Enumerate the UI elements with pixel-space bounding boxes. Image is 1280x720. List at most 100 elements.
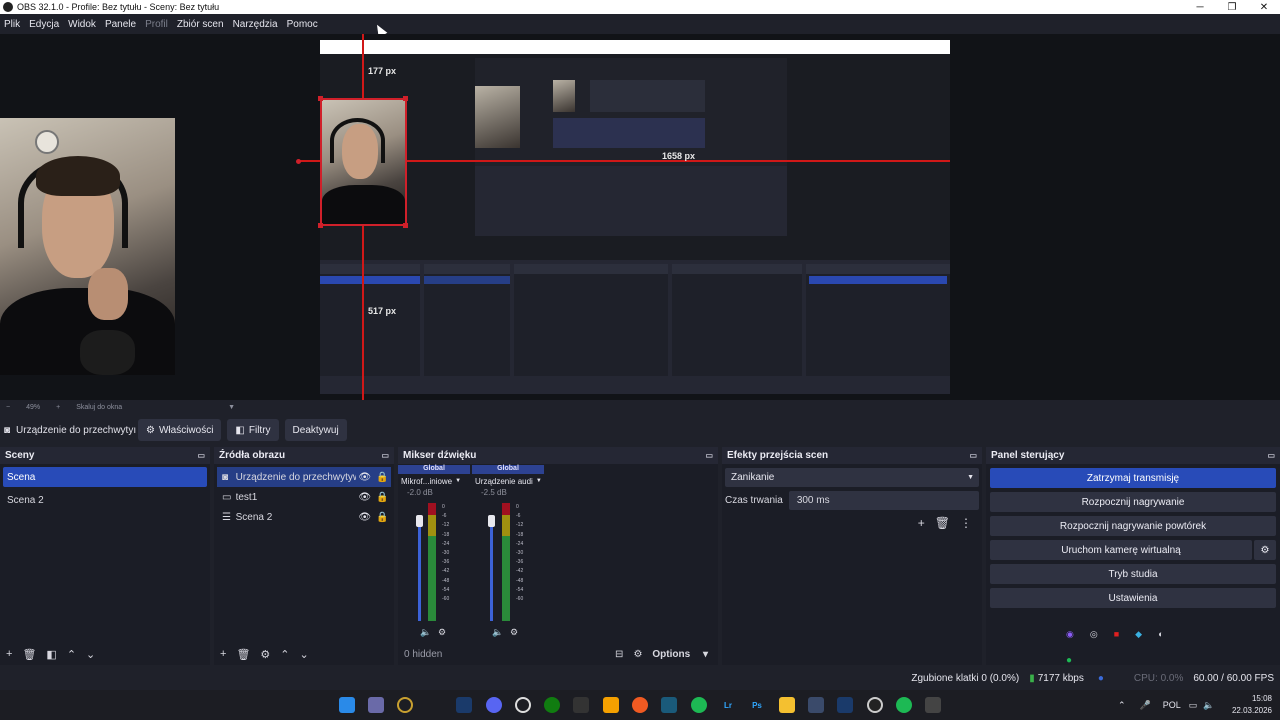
obs-icon[interactable] — [867, 697, 883, 713]
undock-icon[interactable]: ▭ — [381, 451, 389, 460]
resize-handle-left[interactable] — [296, 159, 301, 164]
scene-item[interactable]: Scena 2 — [3, 490, 207, 510]
add-scene-icon[interactable]: + — [6, 648, 12, 660]
network-icon[interactable]: ▭ — [1189, 700, 1198, 711]
add-transition-icon[interactable]: + — [918, 516, 925, 530]
chevron-down-icon[interactable]: ▼ — [455, 478, 461, 484]
origin-icon[interactable] — [632, 697, 648, 713]
channel-name[interactable]: Urządzenie audi ▼ — [472, 474, 544, 488]
menu-docks[interactable]: Panele — [105, 19, 136, 30]
taskbar-app-icon[interactable] — [397, 697, 413, 713]
plugin-icon-white[interactable]: ◐ — [1158, 629, 1163, 640]
zoom-mode-select[interactable]: Skaluj do okna — [76, 404, 122, 411]
transition-select[interactable]: Zanikanie ▼ — [725, 468, 979, 487]
minimize-button[interactable]: ─ — [1184, 2, 1216, 13]
volume-fader-track[interactable] — [490, 515, 493, 621]
lightroom-icon[interactable]: Lr — [720, 697, 736, 713]
mixer-options-button[interactable]: Options ▾ — [652, 649, 708, 660]
remove-scene-icon[interactable]: 🗑 — [22, 648, 36, 661]
menu-view[interactable]: Widok — [68, 19, 96, 30]
zoom-mode-caret-icon[interactable]: ▼ — [228, 404, 235, 411]
file-explorer-icon[interactable] — [779, 697, 795, 713]
deactivate-button[interactable]: Deaktywuj — [284, 419, 347, 441]
settings-button[interactable]: Ustawienia — [990, 588, 1276, 608]
preview-area[interactable]: 177 px 1658 px 517 px — [0, 34, 1280, 400]
rockstar-icon[interactable] — [603, 697, 619, 713]
move-up-icon[interactable]: ⌃ — [280, 648, 289, 661]
taskbar-app-icon[interactable] — [925, 697, 941, 713]
steam-icon[interactable] — [837, 697, 853, 713]
plugin-icon-blue[interactable]: ◆ — [1135, 629, 1142, 640]
scene-item[interactable]: Scena — [3, 467, 207, 487]
duration-field[interactable]: 300 ms — [788, 491, 979, 510]
language-indicator[interactable]: POL — [1163, 700, 1181, 710]
plugin-icon-red[interactable]: ■ — [1114, 629, 1119, 640]
scene-filters-icon[interactable]: ◧ — [46, 648, 56, 661]
discord-icon[interactable] — [486, 697, 502, 713]
plugin-icon-purple[interactable]: ◉ — [1066, 629, 1074, 640]
taskbar-clock[interactable]: 15:08 22.03.2026 — [1232, 693, 1272, 717]
move-up-icon[interactable]: ⌃ — [67, 648, 76, 661]
move-down-icon[interactable]: ⌄ — [300, 648, 309, 661]
mixer-layout-icon[interactable]: ⊟ — [615, 649, 623, 660]
lock-icon[interactable]: 🔒 — [374, 512, 391, 523]
properties-button[interactable]: ⚙ Właściwości — [138, 419, 222, 441]
source-item[interactable]: ▭ test1 👁 🔒 — [217, 487, 391, 507]
spotify-icon[interactable] — [691, 697, 707, 713]
visibility-eye-icon[interactable]: 👁 — [356, 512, 373, 523]
taskbar-app-icon[interactable] — [368, 697, 384, 713]
filters-button[interactable]: ◧ Filtry — [227, 419, 279, 441]
microphone-tray-icon[interactable]: 🎤 — [1140, 700, 1151, 711]
mixer-settings-icon[interactable]: ⚙ — [633, 649, 642, 660]
visibility-eye-icon[interactable]: 👁 — [356, 472, 373, 483]
resize-handle-top-right[interactable] — [403, 96, 408, 101]
undock-icon[interactable]: ▭ — [705, 451, 713, 460]
menu-profile[interactable]: Profil — [145, 19, 168, 30]
visibility-eye-icon[interactable]: 👁 — [356, 492, 373, 503]
remove-source-icon[interactable]: 🗑 — [236, 648, 250, 661]
menu-file[interactable]: Plik — [4, 19, 20, 30]
menu-tools[interactable]: Narzędzia — [233, 19, 278, 30]
volume-fader-knob[interactable] — [416, 515, 423, 527]
zoom-in-button[interactable]: + — [56, 404, 60, 411]
taskbar-app-icon[interactable] — [515, 697, 531, 713]
volume-fader-track[interactable] — [418, 515, 421, 621]
plugin-icon-obs[interactable]: ◎ — [1090, 629, 1098, 640]
stop-streaming-button[interactable]: Zatrzymaj transmisję — [990, 468, 1276, 488]
taskbar-app-icon[interactable] — [661, 697, 677, 713]
more-options-icon[interactable]: ⋮ — [960, 516, 972, 530]
epic-games-icon[interactable] — [573, 697, 589, 713]
steam-icon[interactable] — [456, 697, 472, 713]
tray-chevron-up-icon[interactable]: ⌃ — [1118, 700, 1126, 711]
windows-start-icon[interactable] — [339, 697, 355, 713]
close-button[interactable]: ✕ — [1248, 2, 1280, 13]
source-properties-gear-icon[interactable]: ⚙ — [260, 648, 270, 661]
source-item[interactable]: ☰ Scena 2 👁 🔒 — [217, 507, 391, 527]
audio-settings-icon[interactable]: ⚙ — [438, 627, 446, 638]
mute-speaker-icon[interactable]: 🔈 — [492, 627, 503, 638]
audio-settings-icon[interactable]: ⚙ — [510, 627, 518, 638]
photoshop-icon[interactable]: Ps — [749, 697, 765, 713]
add-source-icon[interactable]: + — [220, 648, 226, 660]
resize-handle-bottom-right[interactable] — [403, 223, 408, 228]
spotify-icon[interactable] — [896, 697, 912, 713]
volume-fader-knob[interactable] — [488, 515, 495, 527]
lock-icon[interactable]: 🔒 — [374, 472, 391, 483]
xbox-icon[interactable] — [544, 697, 560, 713]
lock-icon[interactable]: 🔒 — [374, 492, 391, 503]
maximize-button[interactable]: ❐ — [1216, 2, 1248, 13]
spotify-icon[interactable]: ● — [1066, 655, 1072, 666]
menu-help[interactable]: Pomoc — [287, 19, 318, 30]
menu-edit[interactable]: Edycja — [29, 19, 59, 30]
resize-handle-top-left[interactable] — [318, 96, 323, 101]
channel-name[interactable]: Mikrof...iniowe ▼ — [398, 474, 470, 488]
undock-icon[interactable]: ▭ — [1267, 451, 1275, 460]
resize-handle-bottom-left[interactable] — [318, 223, 323, 228]
taskbar-app-icon[interactable] — [808, 697, 824, 713]
move-down-icon[interactable]: ⌄ — [86, 648, 95, 661]
start-replay-buffer-button[interactable]: Rozpocznij nagrywanie powtórek — [990, 516, 1276, 536]
volume-icon[interactable]: 🔈 — [1203, 700, 1214, 711]
undock-icon[interactable]: ▭ — [197, 451, 205, 460]
zoom-out-button[interactable]: − — [6, 404, 10, 411]
remove-transition-icon[interactable]: 🗑 — [935, 516, 950, 530]
